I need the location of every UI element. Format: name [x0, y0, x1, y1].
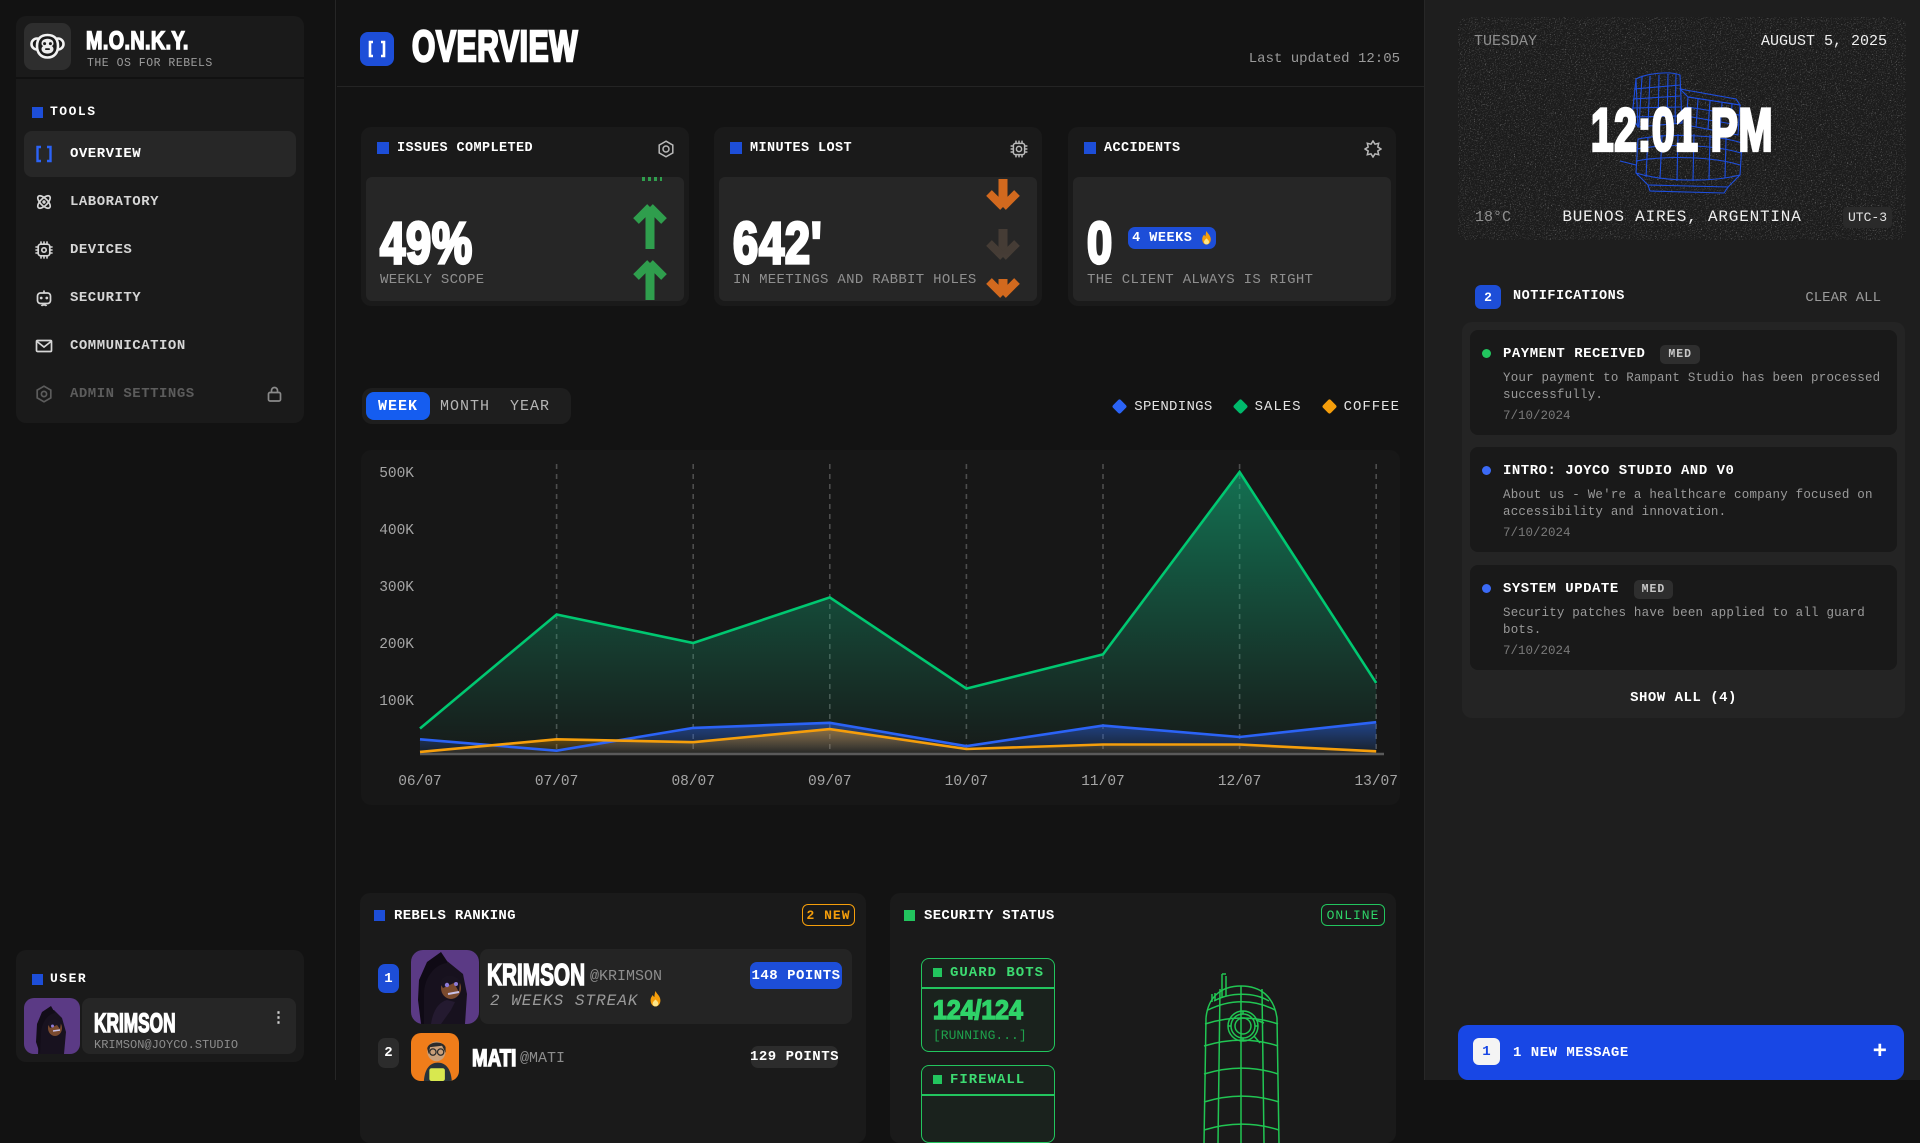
svg-text:13/07: 13/07: [1354, 774, 1398, 790]
svg-text:08/07: 08/07: [671, 774, 715, 790]
svg-text:12/07: 12/07: [1218, 774, 1262, 790]
svg-text:100K: 100K: [379, 694, 414, 710]
svg-text:500K: 500K: [379, 466, 414, 482]
svg-text:06/07: 06/07: [398, 774, 442, 790]
svg-text:200K: 200K: [379, 637, 414, 653]
svg-text:400K: 400K: [379, 523, 414, 539]
svg-text:11/07: 11/07: [1081, 774, 1125, 790]
svg-text:300K: 300K: [379, 580, 414, 596]
svg-text:07/07: 07/07: [535, 774, 579, 790]
svg-text:10/07: 10/07: [945, 774, 989, 790]
svg-text:09/07: 09/07: [808, 774, 852, 790]
